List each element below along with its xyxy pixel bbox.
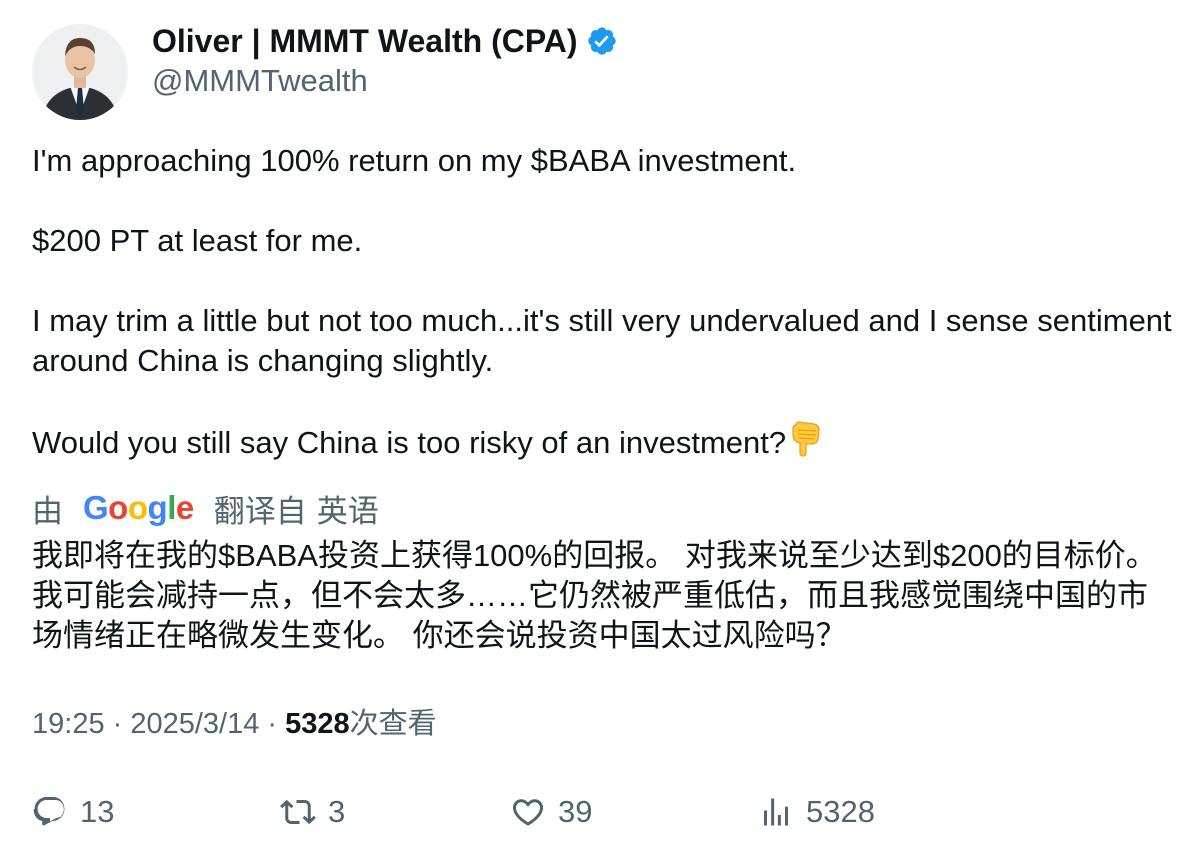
tweet-time[interactable]: 19:25 xyxy=(32,708,105,740)
tweet-paragraph-last: Would you still say China is too risky o… xyxy=(32,421,1172,467)
author-name[interactable]: Oliver | MMMT Wealth (CPA) xyxy=(152,22,578,60)
author-handle[interactable]: @MMMTwealth xyxy=(152,62,368,100)
tweet-text: I'm approaching 100% return on my $BABA … xyxy=(32,141,1172,467)
retweet-icon xyxy=(280,799,316,825)
translation-attribution: 由 Google 翻译自 英语 xyxy=(32,486,379,530)
translation-language[interactable]: 英语 xyxy=(317,486,379,531)
action-bar: 13 3 39 5328 xyxy=(0,790,1196,834)
meta-separator: · xyxy=(259,708,286,740)
tweet-meta: 19:25 · 2025/3/14 · 5328次查看 xyxy=(32,704,437,744)
pointing-down-emoji-icon xyxy=(788,421,822,467)
translation-suffix: 翻译自 xyxy=(213,493,307,529)
reply-icon xyxy=(33,797,65,826)
tweet-paragraph-text: Would you still say China is too risky o… xyxy=(32,425,787,460)
tweet-paragraph: $200 PT at least for me. xyxy=(32,223,363,258)
heart-icon xyxy=(512,799,544,826)
translated-text: 我即将在我的$BABA投资上获得100%的回报。 对我来说至少达到$200的目标… xyxy=(32,538,1157,653)
author-name-row[interactable]: Oliver | MMMT Wealth (CPA) xyxy=(152,22,618,60)
views-button[interactable]: 5328 xyxy=(758,790,875,834)
views-count: 5328 xyxy=(285,708,350,740)
tweet-date[interactable]: 2025/3/14 xyxy=(130,708,259,740)
like-button[interactable]: 39 xyxy=(510,790,592,834)
analytics-icon xyxy=(764,798,788,826)
like-count: 39 xyxy=(558,794,593,829)
verified-badge-icon xyxy=(586,25,618,57)
views-label: 次查看 xyxy=(349,708,437,740)
tweet-paragraph: I may trim a little but not too much...i… xyxy=(32,303,1172,378)
avatar-photo xyxy=(32,24,128,120)
google-logo-icon: Google xyxy=(83,489,194,526)
retweet-count: 3 xyxy=(328,794,346,829)
tweet-paragraph: I'm approaching 100% return on my $BABA … xyxy=(32,143,797,178)
reply-button[interactable]: 13 xyxy=(32,790,114,834)
meta-separator: · xyxy=(104,708,131,740)
retweet-button[interactable]: 3 xyxy=(280,790,345,834)
avatar[interactable] xyxy=(32,24,128,120)
views-action-count: 5328 xyxy=(806,794,875,829)
translation-prefix: 由 xyxy=(32,493,63,529)
reply-count: 13 xyxy=(80,794,115,829)
